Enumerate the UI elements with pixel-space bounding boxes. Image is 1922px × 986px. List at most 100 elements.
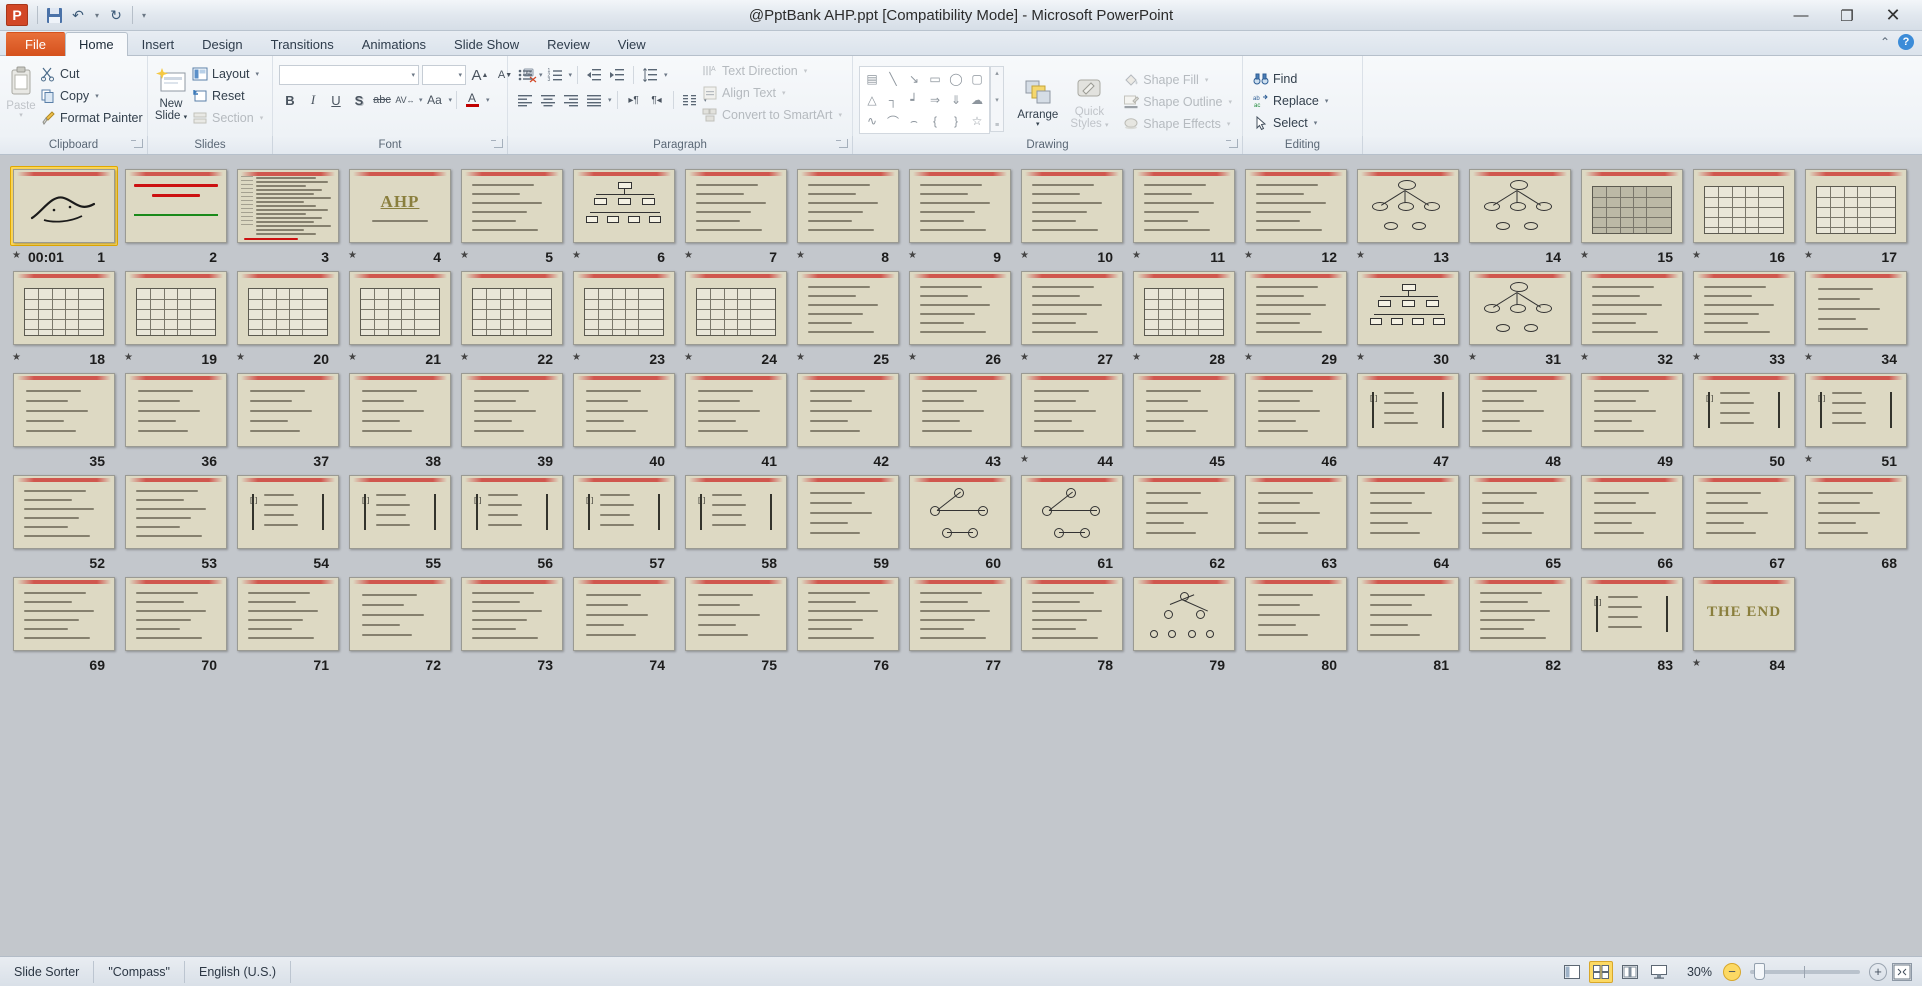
character-spacing-caret-icon[interactable]: ▾: [419, 96, 423, 104]
section-caret-icon[interactable]: ▾: [260, 114, 264, 122]
slide-thumbnail-48[interactable]: [1466, 370, 1574, 450]
shape-effects-caret-icon[interactable]: ▾: [1227, 120, 1231, 128]
slide-cell[interactable]: 43: [906, 370, 1017, 472]
bullets-caret-icon[interactable]: ▾: [539, 71, 543, 79]
select-caret-icon[interactable]: ▾: [1314, 119, 1318, 127]
quick-styles-button[interactable]: Quick Styles ▾: [1064, 72, 1116, 130]
slide-cell[interactable]: [ ] ★ 51: [1802, 370, 1913, 472]
animation-indicator-icon[interactable]: ★: [796, 250, 805, 261]
shape-elbow-connector-icon[interactable]: ┐: [883, 90, 903, 110]
replace-button[interactable]: ab ac Replace ▾: [1249, 90, 1332, 112]
shape-arrow-icon[interactable]: ↘: [904, 69, 924, 89]
zoom-in-button[interactable]: +: [1869, 962, 1887, 981]
slide-thumbnail-3[interactable]: [234, 166, 342, 246]
shape-effects-button[interactable]: Shape Effects ▾: [1119, 113, 1236, 135]
slide-cell[interactable]: 48: [1466, 370, 1577, 472]
normal-view-button[interactable]: [1560, 961, 1584, 983]
slide-cell[interactable]: [ ] 58: [682, 472, 793, 574]
slide-thumbnail-47[interactable]: [ ]: [1354, 370, 1462, 450]
slide-thumbnail-77[interactable]: [906, 574, 1014, 654]
animation-indicator-icon[interactable]: ★: [348, 250, 357, 261]
slide-thumbnail-32[interactable]: [1578, 268, 1686, 348]
reset-button[interactable]: Reset: [188, 85, 267, 107]
slide-thumbnail-26[interactable]: [906, 268, 1014, 348]
slide-thumbnail-83[interactable]: [ ]: [1578, 574, 1686, 654]
slide-cell[interactable]: 63: [1242, 472, 1353, 574]
slide-show-view-button[interactable]: [1647, 961, 1671, 983]
slide-thumbnail-62[interactable]: [1130, 472, 1238, 552]
slide-cell[interactable]: AHP ★ 4: [346, 166, 457, 268]
align-center-icon[interactable]: [537, 89, 559, 111]
decrease-indent-icon[interactable]: [583, 64, 605, 86]
slide-cell[interactable]: 46: [1242, 370, 1353, 472]
shape-elbow-arrow-connector-icon[interactable]: ┙: [904, 90, 924, 110]
slide-thumbnail-63[interactable]: [1242, 472, 1350, 552]
slide-thumbnail-1[interactable]: [10, 166, 118, 246]
slide-cell[interactable]: 65: [1466, 472, 1577, 574]
change-case-button[interactable]: Aa: [424, 89, 446, 111]
slide-cell[interactable]: ★ 00:01 1: [10, 166, 121, 268]
tab-view[interactable]: View: [604, 32, 660, 56]
slide-cell[interactable]: 39: [458, 370, 569, 472]
shape-oval-icon[interactable]: ◯: [946, 69, 966, 89]
slide-thumbnail-59[interactable]: [794, 472, 902, 552]
zoom-slider-handle[interactable]: [1754, 962, 1765, 980]
slide-cell[interactable]: [ ] 55: [346, 472, 457, 574]
shape-right-arrow-icon[interactable]: ⇒: [925, 90, 945, 110]
slide-thumbnail-30[interactable]: [1354, 268, 1462, 348]
drawing-dialog-launcher[interactable]: [1226, 139, 1238, 148]
justify-caret-icon[interactable]: ▾: [608, 96, 612, 104]
slide-thumbnail-69[interactable]: [10, 574, 118, 654]
shape-line-icon[interactable]: ╲: [883, 69, 903, 89]
animation-indicator-icon[interactable]: ★: [1244, 352, 1253, 363]
increase-indent-icon[interactable]: [606, 64, 628, 86]
slide-thumbnail-24[interactable]: [682, 268, 790, 348]
slide-thumbnail-4[interactable]: AHP: [346, 166, 454, 246]
animation-indicator-icon[interactable]: ★: [1692, 658, 1701, 669]
shape-rounded-rectangle-icon[interactable]: ▢: [967, 69, 987, 89]
align-text-button[interactable]: Align Text ▾: [698, 82, 846, 104]
slide-cell[interactable]: 74: [570, 574, 681, 676]
slide-thumbnail-61[interactable]: [1018, 472, 1126, 552]
new-slide-button[interactable]: New Slide ▾: [154, 62, 188, 122]
slide-thumbnail-22[interactable]: [458, 268, 566, 348]
animation-indicator-icon[interactable]: ★: [1244, 250, 1253, 261]
slide-cell[interactable]: 70: [122, 574, 233, 676]
slide-cell[interactable]: ★ 27: [1018, 268, 1129, 370]
shape-left-brace-icon[interactable]: {: [925, 111, 945, 131]
slide-thumbnail-80[interactable]: [1242, 574, 1350, 654]
arrange-caret-icon[interactable]: ▾: [1036, 121, 1040, 128]
animation-indicator-icon[interactable]: ★: [460, 250, 469, 261]
slide-thumbnail-25[interactable]: [794, 268, 902, 348]
bold-button[interactable]: B: [279, 89, 301, 111]
slide-cell[interactable]: 71: [234, 574, 345, 676]
slide-thumbnail-19[interactable]: [122, 268, 230, 348]
slide-thumbnail-5[interactable]: [458, 166, 566, 246]
animation-indicator-icon[interactable]: ★: [684, 250, 693, 261]
slide-cell[interactable]: 2: [122, 166, 233, 268]
slide-cell[interactable]: ★ 31: [1466, 268, 1577, 370]
slide-thumbnail-44[interactable]: [1018, 370, 1126, 450]
slide-cell[interactable]: ★ 21: [346, 268, 457, 370]
shapes-scroll-up-icon[interactable]: ▴: [995, 69, 999, 77]
text-shadow-button[interactable]: S: [348, 89, 370, 111]
font-dialog-launcher[interactable]: [491, 139, 503, 148]
italic-button[interactable]: I: [302, 89, 324, 111]
slide-thumbnail-81[interactable]: [1354, 574, 1462, 654]
slide-cell[interactable]: 78: [1018, 574, 1129, 676]
slide-cell[interactable]: ★ 30: [1354, 268, 1465, 370]
slide-thumbnail-29[interactable]: [1242, 268, 1350, 348]
slide-thumbnail-82[interactable]: [1466, 574, 1574, 654]
slide-cell[interactable]: [ ] 56: [458, 472, 569, 574]
animation-indicator-icon[interactable]: ★: [1468, 352, 1477, 363]
animation-indicator-icon[interactable]: ★: [12, 352, 21, 363]
slide-thumbnail-74[interactable]: [570, 574, 678, 654]
slide-cell[interactable]: 61: [1018, 472, 1129, 574]
grow-font-button[interactable]: A ▲: [469, 64, 491, 86]
rtl-direction-icon[interactable]: ¶◂: [646, 89, 668, 111]
layout-button[interactable]: Layout ▾: [188, 63, 267, 85]
slide-cell[interactable]: ★ 32: [1578, 268, 1689, 370]
slide-cell[interactable]: 68: [1802, 472, 1913, 574]
paragraph-dialog-launcher[interactable]: [836, 139, 848, 148]
change-case-caret-icon[interactable]: ▾: [449, 96, 453, 104]
